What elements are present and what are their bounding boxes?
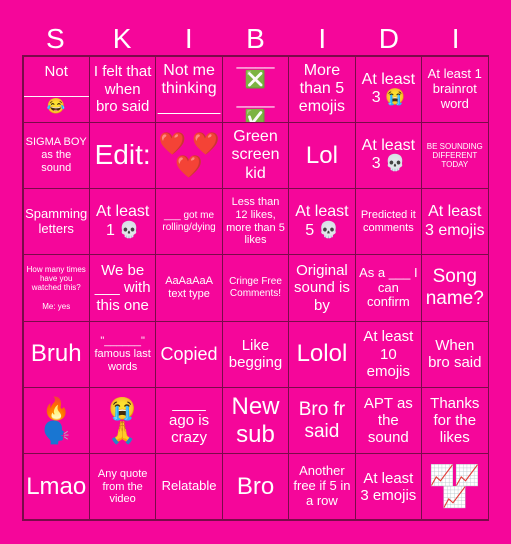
bingo-cell[interactable]: Thanks for the likes: [421, 386, 489, 455]
bingo-cell[interactable]: SIGMA BOY as the sound: [22, 121, 90, 190]
title-letter: S: [46, 23, 65, 54]
bingo-cell[interactable]: As a ___ I can confirm: [354, 254, 423, 322]
bingo-cell[interactable]: ____ ❎ ____ ✅: [221, 55, 290, 123]
bingo-cell[interactable]: At least 10 emojis: [354, 320, 423, 388]
bingo-cell[interactable]: At least 3 😭: [354, 55, 423, 123]
bingo-cell[interactable]: Song name?: [421, 254, 489, 322]
bingo-cell[interactable]: When bro said: [421, 320, 489, 388]
bingo-cell[interactable]: Lol: [288, 121, 356, 190]
bingo-cell[interactable]: Bro fr said: [288, 386, 356, 455]
bingo-cell[interactable]: Relatable: [155, 453, 223, 521]
bingo-cell[interactable]: At least 3 emojis: [421, 188, 489, 256]
title-letter: I: [184, 23, 193, 54]
bingo-cell[interactable]: At least 1 💀: [88, 188, 157, 256]
bingo-title-header: S K I B I D I: [22, 22, 489, 55]
bingo-cell[interactable]: At least 5 💀: [288, 188, 356, 256]
bingo-cell[interactable]: We be ___ with this one: [88, 254, 157, 322]
bingo-cell[interactable]: 🔥 🗣️: [22, 386, 90, 455]
bingo-cell[interactable]: Predicted it comments: [354, 188, 423, 256]
bingo-cell[interactable]: AaAaAaA text type: [155, 254, 223, 322]
bingo-cell[interactable]: Copied: [155, 320, 223, 388]
bingo-cell[interactable]: More than 5 emojis: [288, 55, 356, 123]
bingo-cell[interactable]: ____ ago is crazy: [155, 386, 223, 455]
bingo-cell[interactable]: At least 3 💀: [354, 121, 423, 190]
bingo-cell[interactable]: Lmao: [22, 453, 90, 521]
bingo-cell[interactable]: Not me thinking _______: [155, 55, 223, 123]
bingo-cell[interactable]: Another free if 5 in a row: [288, 453, 356, 521]
bingo-cell[interactable]: Less than 12 likes, more than 5 likes: [221, 188, 290, 256]
bingo-cell[interactable]: Lolol: [288, 320, 356, 388]
title-letter: I: [318, 23, 327, 54]
bingo-cell[interactable]: Bro: [221, 453, 290, 521]
bingo-cell[interactable]: At least 1 brainrot word: [421, 55, 489, 123]
bingo-cell[interactable]: I felt that when bro said: [88, 55, 157, 123]
bingo-cell[interactable]: Green screen kid: [221, 121, 290, 190]
bingo-cell[interactable]: 😭 🙏: [88, 386, 157, 455]
bingo-cell[interactable]: How many times have you watched this? Me…: [22, 254, 90, 322]
bingo-cell[interactable]: "______" famous last words: [88, 320, 157, 388]
title-letter: B: [246, 23, 265, 54]
bingo-cell[interactable]: APT as the sound: [354, 386, 423, 455]
title-letter: K: [112, 23, 132, 54]
bingo-cell[interactable]: Like begging: [221, 320, 290, 388]
title-letter: D: [378, 23, 400, 54]
bingo-cell[interactable]: ❤️ ❤️ ❤️: [155, 121, 223, 190]
title-letter: I: [451, 23, 460, 54]
bingo-board: Not ________ 😂 I felt that when bro said…: [22, 55, 489, 521]
bingo-cell[interactable]: ___ got me rolling/dying: [155, 188, 223, 256]
bingo-cell[interactable]: Bruh: [22, 320, 90, 388]
bingo-cell[interactable]: Spamming letters: [22, 188, 90, 256]
bingo-cell[interactable]: Original sound is by: [288, 254, 356, 322]
bingo-cell[interactable]: 📈📈 📈: [421, 453, 489, 521]
bingo-cell[interactable]: Any quote from the video: [88, 453, 157, 521]
bingo-cell[interactable]: At least 3 emojis: [354, 453, 423, 521]
bingo-cell[interactable]: BE SOUNDING DIFFERENT TODAY: [421, 121, 489, 190]
bingo-cell[interactable]: Not ________ 😂: [22, 55, 90, 123]
bingo-cell[interactable]: New sub: [221, 386, 290, 455]
bingo-cell[interactable]: Cringe Free Comments!: [221, 254, 290, 322]
bingo-cell[interactable]: Edit:: [88, 121, 157, 190]
